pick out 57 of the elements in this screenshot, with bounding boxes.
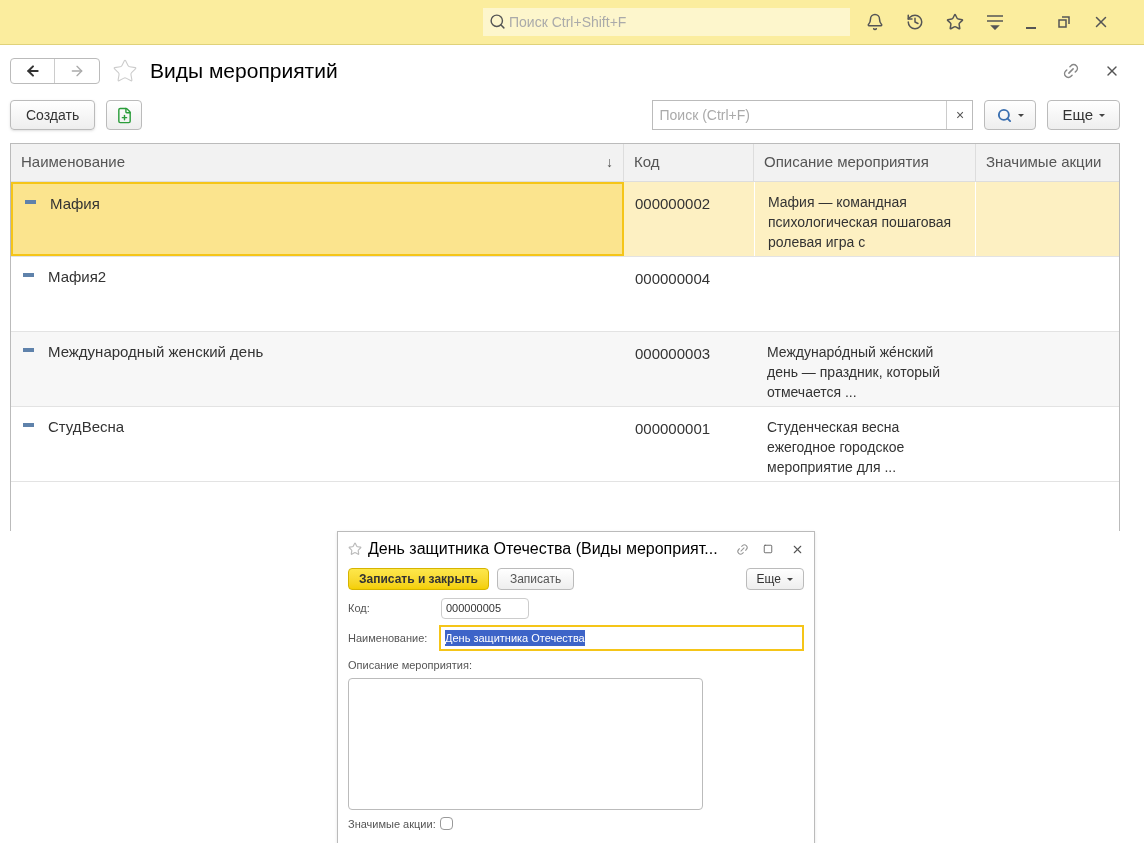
table-cell-text: Международный женский день bbox=[48, 342, 264, 362]
star-icon[interactable] bbox=[348, 542, 362, 556]
table-cell-text: Мафия2 bbox=[48, 267, 107, 287]
window-title: Виды мероприятий bbox=[150, 58, 338, 85]
item-icon bbox=[25, 200, 36, 204]
column-header[interactable]: Описание мероприятия bbox=[754, 144, 976, 181]
table-cell: 000000003 bbox=[635, 345, 711, 362]
more-button[interactable]: Еще bbox=[1047, 100, 1120, 130]
table-row[interactable]: Мафия 000000002 Мафия — командная психологическая пошаговая ролевая игра с bbox=[11, 182, 1119, 257]
table-cell-text: СтудВесна bbox=[48, 417, 125, 437]
table-cell-text: Мафия — командная психологическая пошаговая ролевая игра с bbox=[768, 193, 953, 252]
description-field[interactable] bbox=[348, 677, 703, 810]
checkbox[interactable] bbox=[439, 817, 453, 831]
table-cell-text: Мафия bbox=[50, 194, 100, 214]
star-icon[interactable] bbox=[946, 13, 964, 31]
save-and-close-button[interactable]: Записать и закрыть bbox=[348, 568, 489, 590]
list-search-field[interactable]: Поиск (Ctrl+F) × bbox=[652, 100, 974, 130]
more-button[interactable]: Еще bbox=[745, 568, 804, 590]
caret-icon bbox=[787, 577, 793, 581]
global-search-field[interactable]: Поиск Ctrl+Shift+F bbox=[483, 8, 850, 36]
maximize-icon[interactable] bbox=[763, 544, 773, 554]
dialog-title: День защитника Отечества (Виды мероприят... bbox=[368, 539, 718, 559]
save-button[interactable]: Записать bbox=[496, 568, 575, 590]
field-label: Наименование: bbox=[348, 630, 429, 646]
name-field[interactable]: День защитника Отечества bbox=[439, 625, 804, 651]
table-cell-text: Междунаро́дный же́нский день — праздник, который отмечается ... bbox=[767, 343, 941, 402]
caret-icon bbox=[1099, 113, 1105, 117]
table-row[interactable]: Международный женский день 000000003 Междунаро́дный же́нский день — праздник, который отмечается ... bbox=[11, 332, 1119, 407]
code-field[interactable]: 000000005 bbox=[441, 597, 529, 619]
bell-icon[interactable] bbox=[866, 13, 884, 31]
field-label: Описание мероприятия: bbox=[348, 658, 473, 673]
table-cell-text: Студенческая весна ежегодное городское мероприятие для ... bbox=[767, 418, 906, 477]
field-label: Код: bbox=[348, 600, 371, 616]
column-header[interactable]: Код bbox=[624, 144, 754, 181]
item-icon bbox=[23, 423, 34, 427]
table-cell: 000000004 bbox=[635, 270, 711, 287]
arrow-right-icon bbox=[69, 63, 85, 79]
search-icon bbox=[996, 107, 1012, 123]
item-icon bbox=[23, 273, 34, 277]
search-button[interactable] bbox=[984, 100, 1037, 130]
add-document-button[interactable] bbox=[106, 100, 143, 130]
sort-arrow-icon: ↓ bbox=[606, 152, 613, 173]
table-cell: 000000002 bbox=[635, 195, 711, 212]
menu-icon[interactable] bbox=[986, 14, 1004, 30]
item-icon bbox=[23, 348, 34, 352]
column-header[interactable]: Значимые акции bbox=[976, 144, 1118, 181]
restore-icon[interactable] bbox=[1058, 16, 1070, 28]
search-icon bbox=[489, 13, 506, 30]
table-cell: 000000001 bbox=[635, 420, 711, 437]
caret-icon bbox=[1017, 113, 1024, 117]
history-icon[interactable] bbox=[906, 13, 924, 31]
column-header[interactable]: Наименование ↓ bbox=[11, 144, 624, 181]
clear-button[interactable]: × bbox=[946, 101, 973, 129]
document-plus-icon bbox=[115, 106, 133, 124]
star-icon[interactable] bbox=[112, 58, 138, 84]
create-button[interactable]: Создать bbox=[10, 100, 96, 130]
field-label: Значимые акции: bbox=[348, 816, 436, 832]
